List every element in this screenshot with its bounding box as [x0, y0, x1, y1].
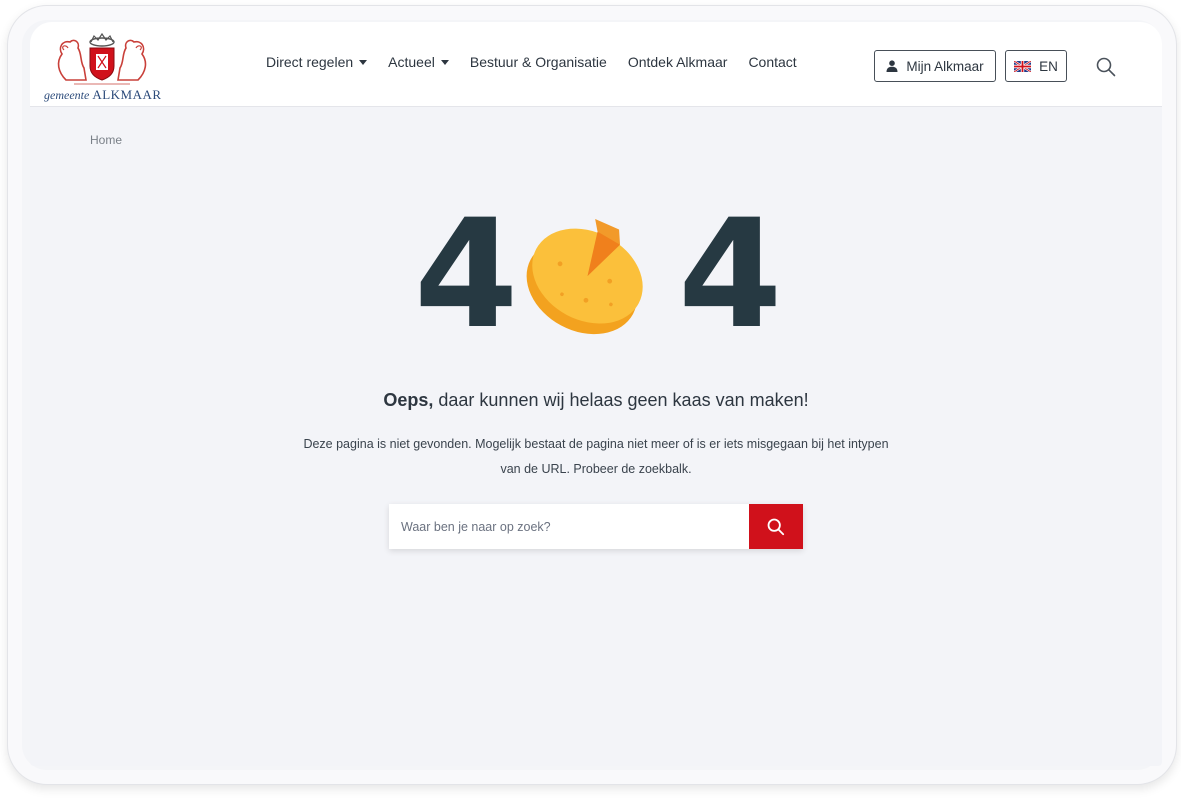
error-headline: Oeps, daar kunnen wij helaas geen kaas v…	[30, 390, 1162, 411]
nav-item-direct-regelen[interactable]: Direct regelen	[266, 54, 368, 70]
logo-name: ALKMAAR	[92, 87, 162, 102]
language-label: EN	[1039, 58, 1058, 74]
error-description: Deze pagina is niet gevonden. Mogelijk b…	[303, 437, 889, 476]
nav-item-label: Direct regelen	[266, 54, 354, 70]
nav-item-actueel[interactable]: Actueel	[388, 54, 449, 70]
coat-of-arms-icon	[57, 32, 147, 85]
nav-item-label: Ontdek Alkmaar	[627, 54, 728, 70]
search-input[interactable]	[389, 504, 749, 549]
breadcrumb: Home	[90, 133, 122, 147]
error-digit-right: 4	[678, 188, 783, 362]
mijn-alkmaar-button[interactable]: Mijn Alkmaar	[874, 50, 996, 82]
search-submit-button[interactable]	[749, 504, 803, 549]
site-header: gemeente ALKMAAR Direct regelen Actueel …	[30, 22, 1162, 107]
nav-item-label: Contact	[748, 54, 797, 70]
alkmaar-logo[interactable]: gemeente ALKMAAR	[44, 32, 162, 103]
nav-item-contact[interactable]: Contact	[748, 54, 796, 70]
caret-down-icon	[359, 59, 368, 65]
nav-item-bestuur-organisatie[interactable]: Bestuur & Organisatie	[470, 54, 607, 70]
logo-prefix: gemeente	[44, 88, 90, 102]
breadcrumb-home-link[interactable]: Home	[90, 133, 122, 147]
browser-viewport: gemeente ALKMAAR Direct regelen Actueel …	[30, 22, 1162, 766]
main-nav: Direct regelen Actueel Bestuur & Organis…	[266, 54, 797, 70]
error-digit-left: 4	[414, 188, 519, 362]
error-headline-text: daar kunnen wij helaas geen kaas van mak…	[433, 390, 809, 410]
nav-item-label: Actueel	[388, 54, 435, 70]
caret-down-icon	[440, 59, 449, 65]
device-frame: gemeente ALKMAAR Direct regelen Actueel …	[7, 5, 1177, 785]
logo-wordmark: gemeente ALKMAAR	[44, 87, 162, 103]
search-icon	[767, 518, 785, 535]
language-button[interactable]: EN	[1005, 50, 1067, 82]
error-404-graphic: 4 4	[414, 188, 782, 362]
uk-flag-icon	[1014, 60, 1032, 72]
search-form	[389, 504, 803, 549]
mijn-alkmaar-label: Mijn Alkmaar	[906, 58, 984, 74]
cheese-icon	[526, 219, 643, 335]
user-icon	[886, 60, 898, 72]
header-search-button[interactable]	[1096, 57, 1116, 77]
search-icon	[1096, 57, 1116, 77]
nav-item-ontdek-alkmaar[interactable]: Ontdek Alkmaar	[628, 54, 728, 70]
nav-item-label: Bestuur & Organisatie	[469, 54, 607, 70]
error-headline-bold: Oeps,	[383, 390, 434, 410]
